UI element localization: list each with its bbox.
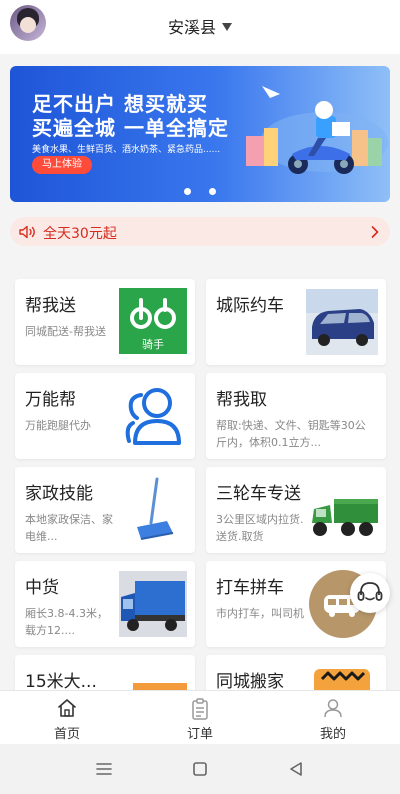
service-card-san-lun-che[interactable]: 三轮车专送 3公里区域内拉货.送货.取货 — [206, 467, 386, 553]
rider-logo-text: 骑手 — [142, 338, 164, 351]
banner-cta-button[interactable]: 马上体验 — [32, 156, 92, 174]
tab-mine[interactable]: 我的 — [298, 691, 368, 745]
service-description: 市内打车，叫司机 — [216, 607, 304, 620]
speaker-icon — [19, 225, 35, 239]
notice-bar[interactable]: 全天30元起 — [10, 217, 390, 246]
minivan-image — [306, 289, 378, 355]
system-nav-bar — [0, 744, 400, 794]
service-card-tong-cheng-ban-jia[interactable]: 同城搬家 — [206, 655, 386, 695]
banner-subtitle: 美食水果、生鲜百货、酒水奶茶、紧急药品...... — [32, 145, 221, 155]
clipboard-icon — [192, 698, 208, 720]
service-card-15-mi[interactable]: 15米大... — [15, 655, 195, 695]
customer-service-button[interactable] — [350, 573, 390, 613]
home-square-icon[interactable] — [193, 762, 207, 776]
person-icon — [324, 699, 342, 718]
service-title: 中货 — [25, 578, 59, 598]
service-card-cheng-ji-yue-che[interactable]: 城际约车 — [206, 279, 386, 365]
promo-banner[interactable]: 足不出户 想买就买 买遍全城 一单全搞定 美食水果、生鲜百货、酒水奶茶、紧急药品… — [10, 66, 390, 202]
service-description: 帮取:快递、文件、钥匙等30公斤内，体积0.1立方... — [216, 419, 366, 449]
city-name: 安溪县 — [167, 18, 216, 37]
service-card-wan-neng-bang[interactable]: 万能帮 万能跑腿代办 — [15, 373, 195, 459]
dropdown-arrow-icon — [222, 23, 232, 31]
service-title: 15米大... — [25, 672, 97, 692]
service-title: 三轮车专送 — [216, 484, 301, 504]
service-description: 本地家政保洁、家电维... — [25, 513, 113, 543]
box-truck-image — [119, 571, 187, 637]
tab-orders-label: 订单 — [186, 727, 213, 742]
service-card-jia-zheng-ji-neng[interactable]: 家政技能 本地家政保洁、家电维... — [15, 467, 195, 553]
service-description: 厢长3.8-4.3米， 载方12.... — [25, 607, 108, 637]
banner-headline-2: 买遍全城 一单全搞定 — [32, 116, 229, 140]
service-title: 打车拼车 — [216, 578, 284, 598]
service-card-bang-wo-song[interactable]: 帮我送 同城配送-帮我送 骑手 — [15, 279, 195, 365]
back-triangle-icon[interactable] — [289, 761, 303, 777]
bottom-tab-bar: 首页 订单 我的 — [0, 690, 400, 744]
carousel-dot[interactable] — [209, 188, 216, 195]
tab-mine-label: 我的 — [319, 727, 346, 742]
tricycle-image — [312, 499, 378, 536]
service-title: 同城搬家 — [216, 672, 284, 692]
top-bar: 安溪县 — [0, 0, 400, 54]
carousel-dot[interactable] — [184, 188, 191, 195]
city-selector[interactable]: 安溪县 — [0, 14, 400, 38]
service-title: 万能帮 — [25, 390, 76, 410]
tab-home-label: 首页 — [53, 727, 80, 742]
notice-text: 全天30元起 — [43, 226, 117, 242]
tab-orders[interactable]: 订单 — [165, 691, 235, 745]
chevron-right-icon — [371, 226, 379, 238]
service-title: 帮我送 — [25, 296, 76, 316]
service-title: 家政技能 — [25, 484, 93, 504]
home-icon — [58, 699, 76, 717]
tab-home[interactable]: 首页 — [32, 691, 102, 745]
service-description: 3公里区域内拉货.送货.取货 — [216, 513, 304, 543]
users-icon — [125, 388, 181, 445]
service-card-bang-wo-qu[interactable]: 帮我取 帮取:快递、文件、钥匙等30公斤内，体积0.1立方... — [206, 373, 386, 459]
delivery-scooter-illustration — [246, 86, 388, 174]
menu-icon[interactable] — [96, 762, 112, 776]
service-description: 万能跑腿代办 — [25, 419, 91, 432]
service-description: 同城配送-帮我送 — [25, 325, 106, 338]
service-title: 城际约车 — [216, 296, 284, 316]
carousel-dots — [10, 180, 390, 199]
headset-icon — [357, 582, 383, 601]
rider-logo: 骑手 — [119, 288, 187, 354]
service-title: 帮我取 — [216, 390, 267, 410]
service-card-zhong-huo[interactable]: 中货 厢长3.8-4.3米， 载方12.... — [15, 561, 195, 647]
mop-image — [137, 477, 174, 540]
